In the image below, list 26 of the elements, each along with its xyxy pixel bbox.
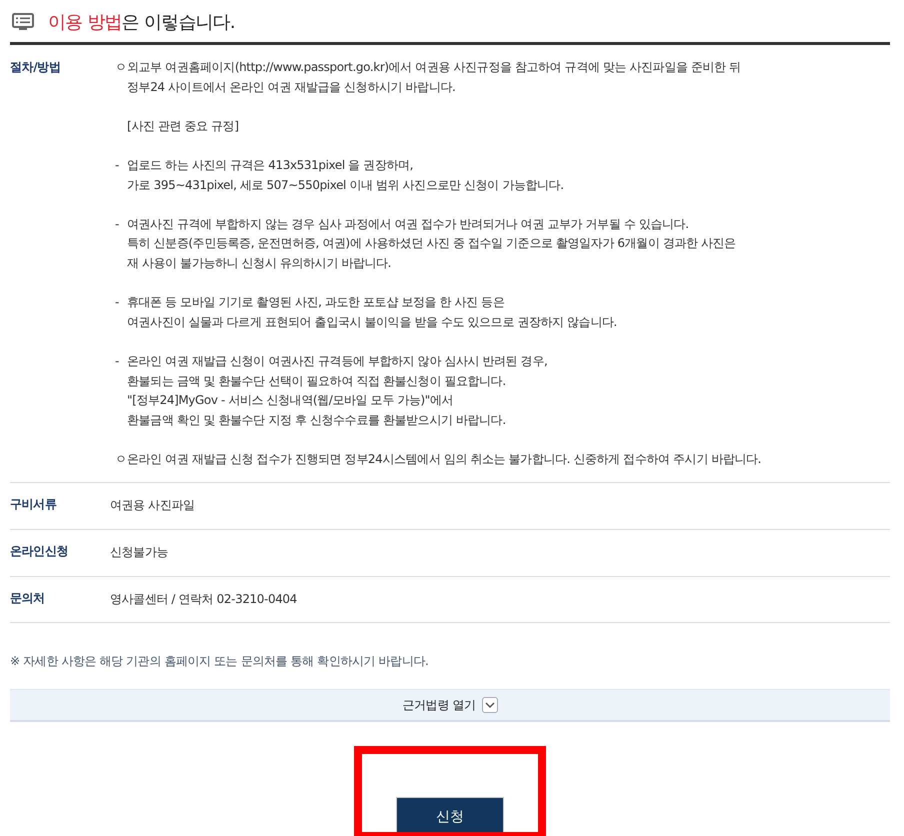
notice-text: ※ 자세한 사항은 해당 기관의 홈페이지 또는 문의처를 통해 확인하시기 바랍니다.	[10, 653, 430, 670]
row-label: 구비서류	[10, 496, 58, 514]
apply-button[interactable]: 신청	[396, 797, 504, 832]
bullet-mark: -	[114, 352, 120, 370]
paragraph: 온라인 여권 재발급 신청이 여권사진 규격등에 부합하지 않아 심사시 반려된 경우, 환불되는 금액 및 환불수단 선택이 필요하여 직접 환불신청이 필요합니다. "[정부24]MyGov - 서비스 신청내역(웹/모바일 모두 가능)"에서 환불금액 확인 및 환불수단 지정 후 신청수수료를 환불받으시기 바랍니다.	[127, 352, 548, 429]
row-label: 문의처	[10, 590, 46, 607]
section-title: 이용 방법은 이렇습니다.	[48, 11, 235, 34]
law-toggle-button[interactable]: 근거법령 열기	[402, 696, 476, 714]
bullet-mark: -	[114, 156, 120, 174]
row-label: 절차/방법	[10, 59, 62, 76]
row-label: 온라인신청	[10, 543, 70, 560]
paragraph: 여권사진 규격에 부합하지 않는 경우 심사 과정에서 여권 접수가 반려되거나 여권 교부가 거부될 수 있습니다. 특히 신분증(주민등록증, 운전면허증, 여권)에 사용하셨던 사진 중 접수일 기준으로 촬영일자가 6개월이 경과한 사진은 재 사용이 불가능하니 신청시 유의하시기 바랍니다.	[127, 216, 736, 272]
row-value: 영사콜센터 / 연락처 02-3210-0404	[110, 590, 297, 608]
paragraph: 휴대폰 등 모바일 기기로 촬영된 사진, 과도한 포토샵 보정을 한 사진 등은 여권사진이 실물과 다르게 표현되어 출입국시 불이익을 받을 수도 있으므로 권장하지 않습니다.	[127, 294, 617, 331]
chevron-button[interactable]	[482, 697, 498, 714]
paragraph: 온라인 여권 재발급 신청 접수가 진행되면 정부24시스템에서 임의 취소는 불가합니다. 신중하게 접수하여 주시기 바랍니다.	[127, 450, 762, 468]
bullet-mark: -	[114, 294, 120, 312]
row-value: 신청불가능	[110, 544, 168, 562]
paragraph: 외교부 여권홈페이지(http://www.passport.go.kr)에서 여권용 사진규정을 참고하여 규격에 맞는 사진파일을 준비한 뒤 정부24 사이트에서 온라인 여권 재발급을 신청하시기 바랍니다.	[127, 59, 741, 96]
bullet-mark: ㅇ	[114, 450, 127, 468]
paragraph: 업로드 하는 사진의 규격은 413x531pixel 을 권장하며, 가로 395~431pixel, 세로 507~550pixel 이내 범위 사진으로만 신청이 가능합니다.	[127, 156, 564, 194]
list-icon	[12, 13, 34, 31]
bullet-mark: ㅇ	[114, 59, 127, 76]
paragraph: [사진 관련 중요 규정]	[127, 118, 239, 135]
bullet-mark: -	[114, 216, 120, 233]
row-value: 여권용 사진파일	[110, 497, 195, 514]
